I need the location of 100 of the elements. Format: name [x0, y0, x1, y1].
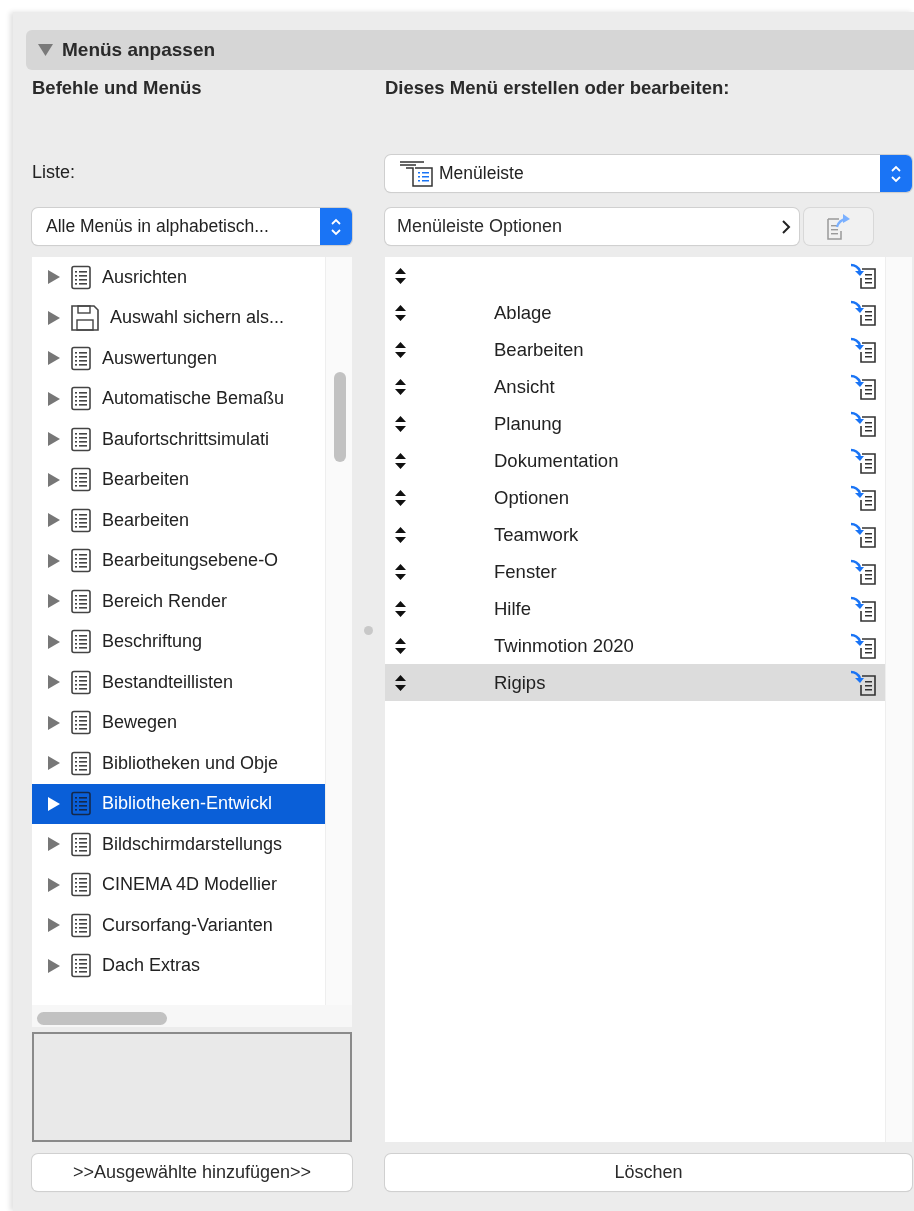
- disclosure-triangle-icon[interactable]: [38, 44, 53, 56]
- command-list-item[interactable]: Bearbeiten: [32, 500, 325, 541]
- command-list-item[interactable]: Baufortschrittsimulati: [32, 419, 325, 460]
- expand-arrow-icon[interactable]: [48, 675, 60, 690]
- expand-arrow-icon[interactable]: [48, 553, 60, 568]
- expand-arrow-icon[interactable]: [48, 270, 60, 285]
- scrollbar-thumb[interactable]: [37, 1012, 167, 1025]
- sort-arrows-icon[interactable]: [395, 637, 406, 654]
- menu-list-item[interactable]: Fenster: [385, 553, 885, 590]
- expand-arrow-icon[interactable]: [48, 472, 60, 487]
- expand-arrow-icon[interactable]: [48, 310, 60, 325]
- expand-arrow-icon[interactable]: [48, 715, 60, 730]
- menu-list-item[interactable]: Bearbeiten: [385, 331, 885, 368]
- section-header[interactable]: Menüs anpassen: [26, 30, 914, 70]
- move-to-menu-icon[interactable]: [849, 372, 877, 401]
- sort-arrows-icon[interactable]: [395, 674, 406, 691]
- menu-dropdown[interactable]: Menüleiste: [385, 155, 912, 192]
- move-to-menu-icon[interactable]: [849, 298, 877, 327]
- move-to-menu-icon[interactable]: [849, 446, 877, 475]
- move-to-menu-icon[interactable]: [849, 631, 877, 660]
- command-list-item[interactable]: Ausrichten: [32, 257, 325, 298]
- sort-arrows-icon[interactable]: [395, 415, 406, 432]
- scrollbar-thumb[interactable]: [334, 372, 346, 462]
- sort-arrows-icon[interactable]: [395, 526, 406, 543]
- expand-arrow-icon[interactable]: [48, 513, 60, 528]
- list-icon: [70, 750, 92, 776]
- move-to-menu-icon[interactable]: [849, 261, 877, 290]
- command-list-item[interactable]: Bildschirmdarstellungs: [32, 824, 325, 865]
- expand-arrow-icon[interactable]: [48, 634, 60, 649]
- command-list-item[interactable]: Beschriftung: [32, 621, 325, 662]
- list-icon: [70, 386, 92, 412]
- list-icon: [70, 548, 92, 574]
- sort-arrows-icon[interactable]: [395, 563, 406, 580]
- menu-list-item[interactable]: Optionen: [385, 479, 885, 516]
- expand-arrow-icon[interactable]: [48, 796, 60, 811]
- command-list-item[interactable]: Dach Extras: [32, 945, 325, 986]
- expand-arrow-icon[interactable]: [48, 756, 60, 771]
- menu-list-item[interactable]: Dokumentation: [385, 442, 885, 479]
- move-to-menu-icon[interactable]: [849, 483, 877, 512]
- expand-arrow-icon[interactable]: [48, 958, 60, 973]
- list-icon: [70, 953, 92, 979]
- menu-list-item[interactable]: Planung: [385, 405, 885, 442]
- expand-arrow-icon[interactable]: [48, 837, 60, 852]
- sort-arrows-icon[interactable]: [395, 341, 406, 358]
- move-to-menu-icon[interactable]: [849, 668, 877, 697]
- column-title: Dieses Menü erstellen oder bearbeiten:: [385, 76, 731, 100]
- command-list-item[interactable]: Bestandteillisten: [32, 662, 325, 703]
- list-dropdown[interactable]: Alle Menüs in alphabetisch...: [32, 208, 352, 245]
- command-list-item[interactable]: Bearbeitungsebene-O: [32, 540, 325, 581]
- expand-arrow-icon[interactable]: [48, 432, 60, 447]
- list-icon: [70, 629, 92, 655]
- list-icon: [70, 912, 92, 938]
- menu-list-item[interactable]: Ablage: [385, 294, 885, 331]
- list-icon: [70, 791, 92, 817]
- expand-arrow-icon[interactable]: [48, 351, 60, 366]
- column-title: Befehle und Menüs: [32, 76, 203, 100]
- list-icon: [70, 507, 92, 533]
- menu-list-item[interactable]: Ansicht: [385, 368, 885, 405]
- expand-arrow-icon[interactable]: [48, 877, 60, 892]
- expand-arrow-icon[interactable]: [48, 918, 60, 933]
- delete-button[interactable]: Löschen: [385, 1154, 912, 1191]
- list-icon: [70, 588, 92, 614]
- list-icon: [70, 872, 92, 898]
- sort-arrows-icon[interactable]: [395, 489, 406, 506]
- command-list-item[interactable]: Cursorfang-Varianten: [32, 905, 325, 946]
- move-to-menu-icon[interactable]: [849, 409, 877, 438]
- command-list-item[interactable]: Bearbeiten: [32, 459, 325, 500]
- list-icon: [70, 345, 92, 371]
- list-label: Liste:: [32, 161, 77, 184]
- command-list-item[interactable]: Bereich Render: [32, 581, 325, 622]
- list-icon: [70, 467, 92, 493]
- sort-arrows-icon[interactable]: [395, 267, 406, 284]
- sort-arrows-icon[interactable]: [395, 304, 406, 321]
- move-to-menu-icon[interactable]: [849, 335, 877, 364]
- move-to-menu-icon[interactable]: [849, 594, 877, 623]
- command-list-item[interactable]: Bewegen: [32, 702, 325, 743]
- move-to-menu-icon[interactable]: [849, 557, 877, 586]
- command-list-item[interactable]: Auswahl sichern als...: [32, 297, 325, 338]
- sort-arrows-icon[interactable]: [395, 600, 406, 617]
- command-list-item[interactable]: Automatische Bemaßu: [32, 378, 325, 419]
- menu-list-item[interactable]: Rigips: [385, 664, 885, 701]
- command-list-item[interactable]: Auswertungen: [32, 338, 325, 379]
- expand-arrow-icon[interactable]: [48, 391, 60, 406]
- menu-list-item[interactable]: Teamwork: [385, 516, 885, 553]
- expand-arrow-icon[interactable]: [48, 594, 60, 609]
- move-to-menu-icon[interactable]: [849, 520, 877, 549]
- command-list-item[interactable]: CINEMA 4D Modellier: [32, 864, 325, 905]
- add-selected-button[interactable]: >>Ausgewählte hinzufügen>>: [32, 1154, 352, 1191]
- options-button[interactable]: Menüleiste Optionen: [385, 208, 799, 245]
- split-handle[interactable]: [364, 626, 373, 635]
- chevron-right-icon: [782, 219, 791, 234]
- sort-arrows-icon[interactable]: [395, 378, 406, 395]
- list-icon: [70, 426, 92, 452]
- list-icon: [70, 669, 92, 695]
- list-icon: [70, 264, 92, 290]
- command-list-item[interactable]: Bibliotheken-Entwickl: [32, 783, 325, 824]
- menu-list-item[interactable]: Twinmotion 2020: [385, 627, 885, 664]
- sort-arrows-icon[interactable]: [395, 452, 406, 469]
- menu-list-item[interactable]: Hilfe: [385, 590, 885, 627]
- command-list-item[interactable]: Bibliotheken und Obje: [32, 743, 325, 784]
